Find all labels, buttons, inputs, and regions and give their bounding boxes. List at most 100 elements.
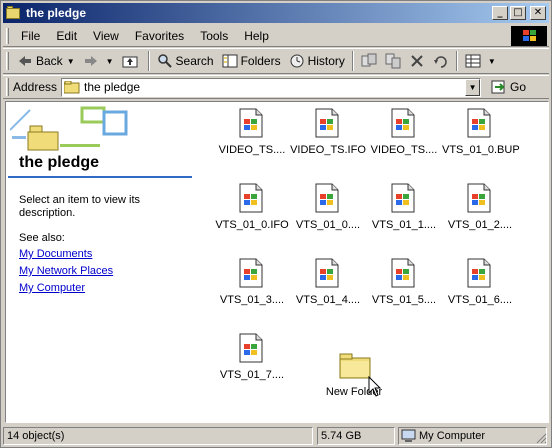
explorer-window: the pledge _ □ ✕ File Edit View Favorite… bbox=[0, 0, 552, 448]
folder-view[interactable]: the pledge Select an item to view its de… bbox=[5, 101, 549, 423]
media-file-icon bbox=[239, 333, 263, 363]
file-name: VTS_01_6.... bbox=[447, 294, 513, 306]
file-item[interactable]: VTS_01_4.... bbox=[290, 256, 366, 318]
file-item[interactable]: VTS_01_7.... bbox=[214, 331, 290, 393]
status-location: My Computer bbox=[419, 430, 486, 442]
history-button[interactable]: History bbox=[285, 50, 349, 72]
pane-title: the pledge bbox=[19, 154, 100, 171]
file-name: VTS_01_1.... bbox=[371, 219, 437, 231]
history-icon bbox=[289, 53, 305, 69]
search-label: Search bbox=[175, 54, 214, 68]
file-name: VIDEO_TS.... bbox=[218, 144, 286, 156]
close-button[interactable]: ✕ bbox=[530, 6, 546, 20]
pane-divider bbox=[8, 176, 192, 178]
address-value: the pledge bbox=[84, 80, 141, 94]
see-also-label: See also: bbox=[19, 232, 65, 244]
history-label: History bbox=[307, 54, 345, 68]
move-to-icon[interactable] bbox=[360, 52, 378, 70]
up-folder-icon bbox=[122, 53, 138, 69]
file-name: VTS_01_0.IFO bbox=[215, 219, 289, 231]
forward-button[interactable]: ▼ bbox=[79, 50, 118, 72]
chevron-down-icon[interactable]: ▼ bbox=[488, 57, 496, 66]
status-location-panel: My Computer bbox=[398, 427, 547, 445]
file-name: VTS_01_0.... bbox=[295, 219, 361, 231]
media-file-icon bbox=[391, 258, 415, 288]
folders-icon bbox=[222, 53, 238, 69]
folder-icon bbox=[338, 352, 372, 380]
file-item[interactable]: VTS_01_0.IFO bbox=[214, 181, 290, 243]
forward-arrow-icon bbox=[83, 53, 99, 69]
minimize-button[interactable]: _ bbox=[492, 6, 508, 20]
undo-icon[interactable] bbox=[432, 52, 450, 70]
web-view-pane: the pledge Select an item to view its de… bbox=[6, 102, 196, 422]
chevron-down-icon[interactable]: ▼ bbox=[67, 57, 75, 66]
folders-button[interactable]: Folders bbox=[218, 50, 285, 72]
new-folder-item[interactable]: New Folder bbox=[316, 348, 392, 410]
file-item[interactable]: VIDEO_TS.... bbox=[366, 106, 442, 168]
window-title: the pledge bbox=[26, 6, 87, 20]
link-my-network-places[interactable]: My Network Places bbox=[19, 265, 113, 277]
media-file-icon bbox=[467, 258, 491, 288]
address-label: Address bbox=[13, 80, 58, 94]
toolbar-separator bbox=[351, 51, 354, 71]
views-button[interactable]: ▼ bbox=[461, 50, 500, 72]
media-file-icon bbox=[239, 258, 263, 288]
file-item[interactable]: VTS_01_5.... bbox=[366, 256, 442, 318]
status-objects: 14 object(s) bbox=[3, 427, 313, 445]
file-item[interactable]: VIDEO_TS.... bbox=[214, 106, 290, 168]
toolbar-grip[interactable] bbox=[6, 52, 9, 70]
computer-icon bbox=[401, 429, 417, 444]
file-name: VTS_01_7.... bbox=[219, 369, 285, 381]
standard-toolbar: Back ▼ ▼ Search Folders History ▼ bbox=[3, 48, 549, 74]
media-file-icon bbox=[391, 183, 415, 213]
menu-favorites[interactable]: Favorites bbox=[127, 29, 192, 43]
up-button[interactable] bbox=[118, 50, 145, 72]
file-name: VTS_01_0.BUP bbox=[442, 144, 520, 156]
address-grip[interactable] bbox=[6, 78, 9, 96]
title-bar[interactable]: the pledge _ □ ✕ bbox=[3, 3, 549, 23]
address-bar: Address the pledge ▼ Go bbox=[3, 75, 549, 99]
file-item[interactable]: VTS_01_1.... bbox=[366, 181, 442, 243]
folder-banner-icon bbox=[9, 106, 130, 152]
file-item[interactable]: VTS_01_0.... bbox=[290, 181, 366, 243]
media-file-icon bbox=[239, 108, 263, 138]
chevron-down-icon[interactable]: ▼ bbox=[465, 78, 481, 96]
folders-label: Folders bbox=[240, 54, 281, 68]
back-label: Back bbox=[36, 54, 63, 68]
file-name: VTS_01_4.... bbox=[295, 294, 361, 306]
menu-file[interactable]: File bbox=[13, 29, 48, 43]
file-item[interactable]: VTS_01_3.... bbox=[214, 256, 290, 318]
file-item[interactable]: VTS_01_0.BUP bbox=[442, 106, 520, 168]
search-button[interactable]: Search bbox=[153, 50, 218, 72]
media-file-icon bbox=[315, 108, 339, 138]
folder-icon bbox=[63, 80, 80, 94]
menu-grip[interactable] bbox=[6, 27, 9, 44]
file-name: VIDEO_TS.... bbox=[370, 144, 438, 156]
chevron-down-icon[interactable]: ▼ bbox=[106, 57, 114, 66]
menu-bar: File Edit View Favorites Tools Help bbox=[3, 25, 549, 47]
link-my-documents[interactable]: My Documents bbox=[19, 248, 92, 260]
menu-help[interactable]: Help bbox=[236, 29, 277, 43]
file-name: VTS_01_2.... bbox=[447, 219, 513, 231]
back-button[interactable]: Back ▼ bbox=[13, 50, 79, 72]
delete-icon[interactable] bbox=[408, 52, 426, 70]
status-size: 5.74 GB bbox=[317, 427, 395, 445]
copy-to-icon[interactable] bbox=[384, 52, 402, 70]
file-item[interactable]: VTS_01_2.... bbox=[442, 181, 518, 243]
link-my-computer[interactable]: My Computer bbox=[19, 282, 85, 294]
go-label: Go bbox=[510, 80, 527, 94]
back-arrow-icon bbox=[17, 53, 33, 69]
menu-view[interactable]: View bbox=[85, 29, 127, 43]
mouse-cursor-icon bbox=[368, 376, 382, 397]
file-item[interactable]: VTS_01_6.... bbox=[442, 256, 518, 318]
menu-tools[interactable]: Tools bbox=[192, 29, 236, 43]
menu-edit[interactable]: Edit bbox=[48, 29, 85, 43]
maximize-button[interactable]: □ bbox=[510, 6, 526, 20]
media-file-icon bbox=[467, 183, 491, 213]
pane-description: Select an item to view its description. bbox=[19, 194, 141, 219]
go-arrow-icon bbox=[491, 79, 507, 95]
resize-grip-icon[interactable] bbox=[535, 432, 547, 444]
address-input[interactable]: the pledge ▼ bbox=[61, 77, 482, 97]
go-button[interactable]: Go bbox=[491, 79, 526, 95]
file-item[interactable]: VIDEO_TS.IFO bbox=[290, 106, 366, 168]
